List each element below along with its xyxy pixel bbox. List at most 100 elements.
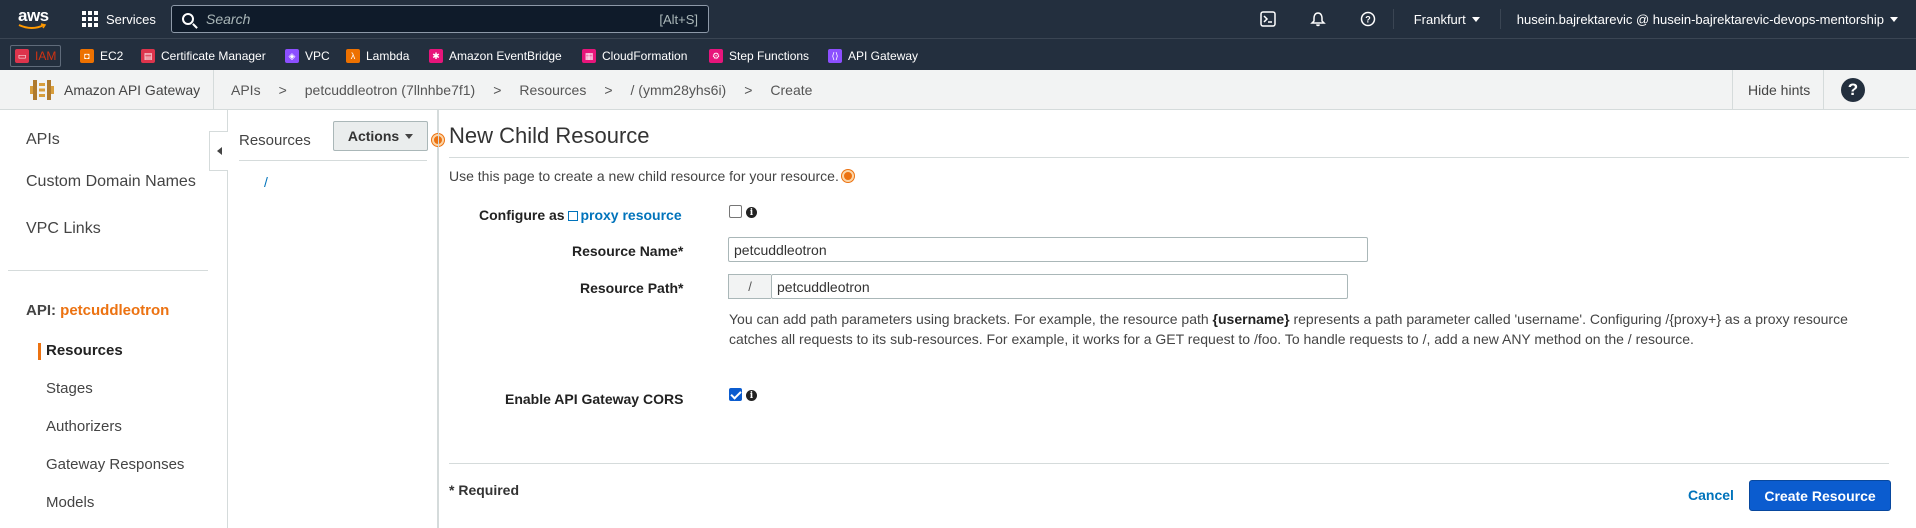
support-button[interactable]: ? xyxy=(1343,0,1393,38)
cors-checkbox[interactable] xyxy=(729,388,742,401)
search-input[interactable] xyxy=(206,11,626,27)
favorite-vpc[interactable]: ◈ VPC xyxy=(281,45,334,67)
notifications-button[interactable] xyxy=(1293,0,1343,38)
breadcrumb-resources[interactable]: Resources xyxy=(519,82,586,98)
certificate-manager-icon: ▤ xyxy=(141,49,155,63)
nav-item-models[interactable]: Models xyxy=(46,494,94,511)
intro-text: Use this page to create a new child reso… xyxy=(449,168,839,184)
proxy-resource-checkbox[interactable] xyxy=(729,205,742,218)
nav-divider xyxy=(8,270,208,271)
info-icon[interactable]: i xyxy=(746,207,757,218)
favorite-cloudformation[interactable]: ▦ CloudFormation xyxy=(578,45,691,67)
nav-item-resources[interactable]: Resources xyxy=(46,342,123,359)
create-resource-button[interactable]: Create Resource xyxy=(1749,480,1891,511)
required-note: * Required xyxy=(449,482,520,498)
breadcrumb-separator: > xyxy=(278,82,287,98)
breadcrumb-separator: > xyxy=(493,82,502,98)
help-circle-icon[interactable]: ? xyxy=(1841,78,1865,102)
service-title[interactable]: Amazon API Gateway xyxy=(64,82,200,98)
nav-item-custom-domain-names[interactable]: Custom Domain Names xyxy=(26,173,196,191)
services-grid-icon xyxy=(82,11,98,27)
resource-tree-root[interactable]: / xyxy=(264,174,268,190)
resource-name-label: Resource Name* xyxy=(572,243,684,259)
resource-path-value: petcuddleotron xyxy=(777,278,870,295)
left-navigation: APIs Custom Domain Names VPC Links API: … xyxy=(0,110,228,528)
favorites-bar: ▭ IAM ◘ EC2 ▤ Certificate Manager ◈ VPC … xyxy=(0,38,1916,70)
divider xyxy=(1823,70,1824,110)
divider xyxy=(1732,70,1733,110)
favorite-label: Certificate Manager xyxy=(161,49,266,63)
api-gateway-logo-icon[interactable] xyxy=(30,78,54,102)
proxy-resource-link[interactable]: proxy resource xyxy=(568,207,682,223)
favorite-ec2[interactable]: ◘ EC2 xyxy=(76,45,127,67)
breadcrumb-separator: > xyxy=(744,82,753,98)
account-menu[interactable]: husein.bajrektarevic @ husein-bajrektare… xyxy=(1499,9,1916,29)
region-label: Frankfurt xyxy=(1413,11,1466,27)
resource-path-label: Resource Path* xyxy=(580,280,684,296)
resource-name-input[interactable]: petcuddleotron xyxy=(728,237,1368,262)
search-box[interactable]: [Alt+S] xyxy=(171,5,709,33)
breadcrumb-current: Create xyxy=(770,82,813,98)
favorite-label: Step Functions xyxy=(729,49,810,63)
api-name[interactable]: petcuddleotron xyxy=(60,302,169,319)
path-parameters-help-text: You can add path parameters using bracke… xyxy=(729,309,1869,349)
help-icon: ? xyxy=(1360,11,1375,27)
nav-item-vpc-links[interactable]: VPC Links xyxy=(26,220,101,238)
favorite-lambda[interactable]: λ Lambda xyxy=(342,45,413,67)
region-selector[interactable]: Frankfurt xyxy=(1392,9,1500,29)
nav-item-gateway-responses[interactable]: Gateway Responses xyxy=(46,456,184,473)
proxy-label-prefix: Configure as xyxy=(479,207,565,223)
cors-label: Enable API Gateway CORS xyxy=(505,391,684,407)
aws-logo[interactable]: aws xyxy=(18,6,52,32)
nav-item-stages[interactable]: Stages xyxy=(46,380,93,397)
favorite-step-functions[interactable]: ⚙ Step Functions xyxy=(705,45,813,67)
top-navigation-bar: aws Services [Alt+S] xyxy=(0,0,1916,38)
api-prefix: API: xyxy=(26,302,56,319)
favorite-label: VPC xyxy=(305,49,330,63)
divider xyxy=(438,110,439,528)
actions-dropdown-button[interactable]: Actions xyxy=(333,121,428,151)
resource-path-input[interactable]: petcuddleotron xyxy=(771,274,1348,299)
aws-smile-icon xyxy=(18,23,47,29)
api-gateway-icon: ⟨⟩ xyxy=(828,49,842,63)
help-text-part: You can add path parameters using bracke… xyxy=(729,311,1213,327)
favorite-api-gateway[interactable]: ⟨⟩ API Gateway xyxy=(824,45,922,67)
step-functions-icon: ⚙ xyxy=(709,49,723,63)
service-header-bar: Amazon API Gateway APIs > petcuddleotron… xyxy=(0,70,1916,110)
vpc-icon: ◈ xyxy=(285,49,299,63)
breadcrumb-apis[interactable]: APIs xyxy=(231,82,261,98)
favorite-iam[interactable]: ▭ IAM xyxy=(10,45,62,67)
chevron-down-icon xyxy=(405,133,414,139)
nav-item-authorizers[interactable]: Authorizers xyxy=(46,418,122,435)
chevron-down-icon xyxy=(1471,16,1480,22)
divider xyxy=(239,160,427,161)
eventbridge-icon: ✱ xyxy=(429,49,443,63)
active-indicator xyxy=(38,343,41,360)
services-label: Services xyxy=(106,11,156,27)
breadcrumb-api[interactable]: petcuddleotron (7llnhbe7f1) xyxy=(305,82,475,98)
cancel-button[interactable]: Cancel xyxy=(1688,487,1734,503)
info-icon[interactable]: i xyxy=(746,390,757,401)
cloudshell-icon xyxy=(1259,11,1276,27)
favorite-label: CloudFormation xyxy=(602,49,688,63)
favorite-eventbridge[interactable]: ✱ Amazon EventBridge xyxy=(425,45,566,67)
external-link-icon xyxy=(568,211,579,221)
breadcrumb-resource[interactable]: / (ymm28yhs6i) xyxy=(631,82,727,98)
breadcrumb-separator: > xyxy=(604,82,613,98)
proxy-link-text: proxy resource xyxy=(580,207,682,223)
hide-hints-button[interactable]: Hide hints xyxy=(1748,82,1810,98)
cloudshell-button[interactable] xyxy=(1243,0,1293,38)
search-shortcut-hint: [Alt+S] xyxy=(659,12,698,27)
favorite-certificate-manager[interactable]: ▤ Certificate Manager xyxy=(137,45,270,67)
services-menu-button[interactable]: Services xyxy=(82,0,156,38)
title-divider xyxy=(449,157,1909,158)
iam-icon: ▭ xyxy=(15,49,29,63)
hint-marker-icon[interactable] xyxy=(842,170,854,182)
api-name-heading: API: petcuddleotron xyxy=(26,302,169,319)
top-right-controls: ? Frankfurt husein.bajrektarevic @ husei… xyxy=(1243,0,1916,38)
ec2-icon: ◘ xyxy=(80,49,94,63)
search-icon xyxy=(182,13,194,25)
footer-divider xyxy=(449,463,1889,464)
nav-item-apis[interactable]: APIs xyxy=(26,131,60,149)
collapse-nav-button[interactable] xyxy=(209,131,228,171)
